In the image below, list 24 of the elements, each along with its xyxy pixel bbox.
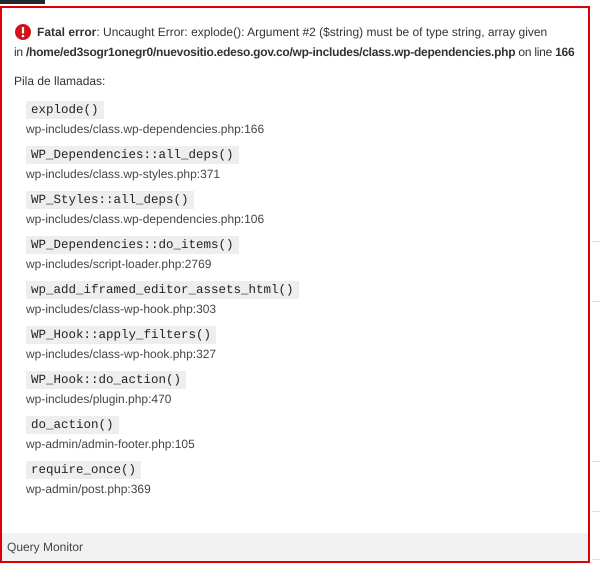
- file-path: wp-includes/plugin.php:470: [26, 392, 172, 407]
- error-location: in /home/ed3sogr1onegr0/nuevositio.edeso.gov.co/wp-includes/class.wp-dependencies.php on line 166: [14, 44, 576, 61]
- function-name: require_once(): [26, 461, 142, 479]
- function-name: WP_Hook::apply_filters(): [26, 326, 216, 344]
- error-icon: [15, 24, 31, 40]
- file-path: wp-admin/admin-footer.php:105: [26, 437, 195, 452]
- file-path: wp-includes/class-wp-hook.php:303: [26, 302, 216, 317]
- footer-title: Query Monitor: [7, 540, 84, 554]
- file-path: wp-includes/script-loader.php:2769: [26, 257, 212, 272]
- stack-heading: Pila de llamadas:: [14, 73, 106, 90]
- function-name: explode(): [26, 101, 104, 119]
- function-name: WP_Dependencies::all_deps(): [26, 146, 239, 164]
- file-path: wp-includes/class.wp-dependencies.php:166: [26, 122, 264, 137]
- file-path: wp-admin/post.php:369: [26, 482, 151, 497]
- file-path: wp-includes/class-wp-hook.php:327: [26, 347, 216, 362]
- function-name: wp_add_iframed_editor_assets_html(): [26, 281, 299, 299]
- function-name: WP_Styles::all_deps(): [26, 191, 194, 209]
- function-name: WP_Hook::do_action(): [26, 371, 186, 389]
- file-path: wp-includes/class.wp-styles.php:371: [26, 167, 220, 182]
- error-message: Fatal error: Uncaught Error: explode(): Argument #2 ($string) must be of type string, array given: [37, 24, 548, 41]
- function-name: WP_Dependencies::do_items(): [26, 236, 239, 254]
- file-path: wp-includes/class.wp-dependencies.php:106: [26, 212, 264, 227]
- function-name: do_action(): [26, 416, 119, 434]
- top-bar: [0, 0, 45, 4]
